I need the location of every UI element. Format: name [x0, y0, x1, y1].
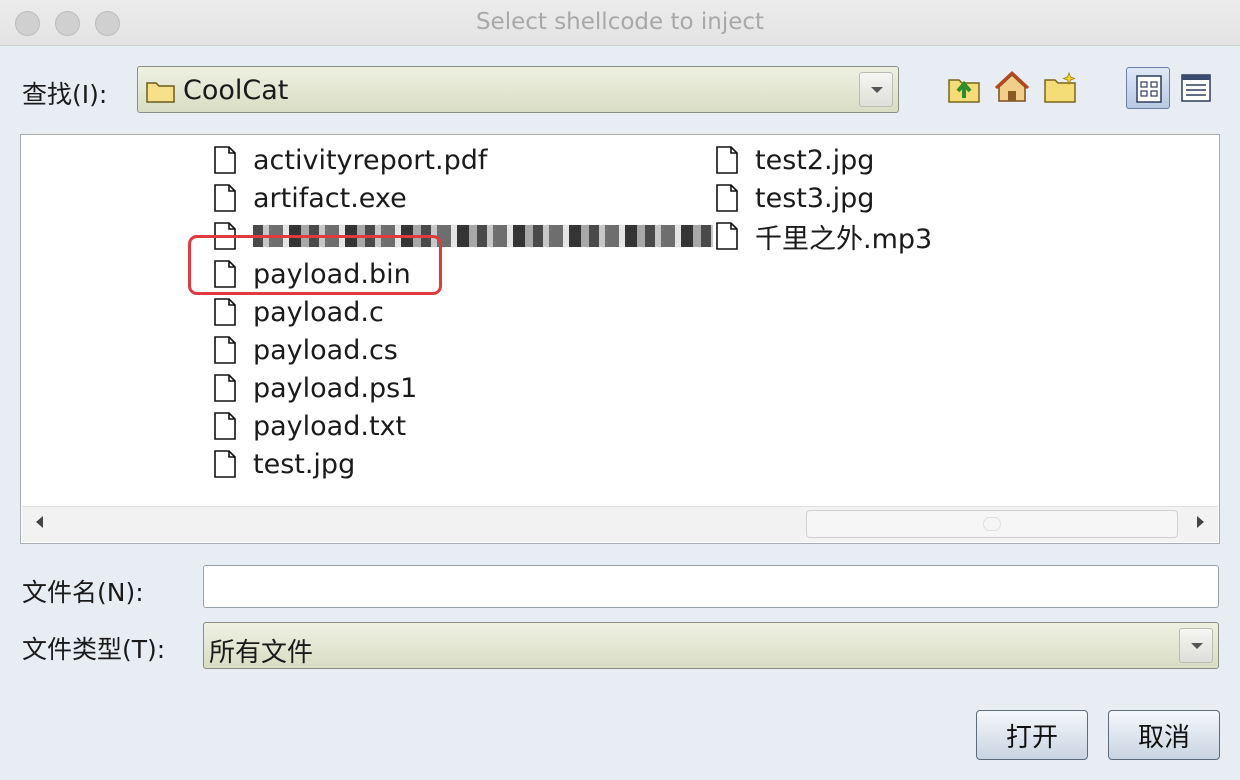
filetype-label: 文件类型(T): — [22, 635, 166, 664]
file-item[interactable]: test2.jpg — [715, 141, 932, 179]
title-bar: Select shellcode to inject — [0, 0, 1240, 46]
file-icon — [214, 450, 236, 478]
lookin-combo[interactable]: CoolCat — [137, 66, 899, 113]
filename-label: 文件名(N): — [22, 578, 144, 607]
file-name: payload.ps1 — [253, 372, 418, 404]
file-item[interactable]: payload.ps1 — [213, 369, 713, 407]
file-item[interactable]: activityreport.pdf — [213, 141, 713, 179]
file-icon — [716, 184, 738, 212]
file-icon — [214, 298, 236, 326]
lookin-label: 查找(I): — [22, 80, 108, 109]
filename-input[interactable] — [203, 565, 1219, 608]
horizontal-scrollbar[interactable] — [22, 506, 1218, 542]
details-view-icon[interactable] — [1178, 70, 1214, 106]
file-name: activityreport.pdf — [253, 144, 488, 176]
filetype-value: 所有文件 — [209, 638, 314, 668]
file-item[interactable]: test3.jpg — [715, 179, 932, 217]
file-icon — [716, 146, 738, 174]
window-title: Select shellcode to inject — [475, 9, 765, 35]
file-column-2: test2.jpg test3.jpg 千里之外.mp3 — [715, 141, 932, 255]
new-folder-icon[interactable] — [1042, 70, 1078, 106]
grip-icon — [983, 517, 1001, 531]
lookin-value: CoolCat — [183, 75, 289, 106]
file-item[interactable]: test.jpg — [213, 445, 713, 483]
file-name: payload.txt — [253, 410, 407, 442]
scrollbar-thumb[interactable] — [806, 510, 1178, 538]
file-icon — [716, 222, 738, 250]
file-icon — [214, 412, 236, 440]
file-name: test.jpg — [253, 448, 356, 480]
open-button[interactable]: 打开 — [976, 710, 1088, 760]
file-list[interactable]: activityreport.pdf artifact.exe payload.bi… — [20, 134, 1220, 544]
file-name: test2.jpg — [755, 144, 875, 176]
file-name: artifact.exe — [253, 182, 407, 214]
chevron-down-icon[interactable] — [859, 72, 893, 107]
chevron-down-icon[interactable] — [1179, 628, 1213, 663]
file-item[interactable]: payload.cs — [213, 331, 713, 369]
scroll-left-icon[interactable] — [36, 516, 43, 528]
file-name: 千里之外.mp3 — [755, 223, 933, 255]
filetype-combo[interactable]: 所有文件 — [203, 622, 1219, 669]
file-icon — [214, 336, 236, 364]
folder-icon — [146, 79, 176, 107]
file-name: test3.jpg — [755, 182, 875, 214]
file-item[interactable]: artifact.exe — [213, 179, 713, 217]
file-item[interactable]: payload.c — [213, 293, 713, 331]
file-column-1: activityreport.pdf artifact.exe payload.bi… — [213, 141, 713, 483]
scroll-right-icon[interactable] — [1197, 516, 1204, 528]
home-icon[interactable] — [994, 70, 1030, 106]
up-folder-icon[interactable] — [946, 70, 982, 106]
file-item[interactable]: 千里之外.mp3 — [715, 217, 932, 255]
list-view-icon[interactable] — [1126, 67, 1170, 109]
file-name: payload.c — [253, 296, 384, 328]
file-name: payload.cs — [253, 334, 398, 366]
file-icon — [214, 146, 236, 174]
highlight-annotation — [188, 235, 442, 295]
file-item[interactable]: payload.txt — [213, 407, 713, 445]
file-icon — [214, 184, 236, 212]
cancel-button[interactable]: 取消 — [1108, 710, 1220, 760]
file-icon — [214, 374, 236, 402]
